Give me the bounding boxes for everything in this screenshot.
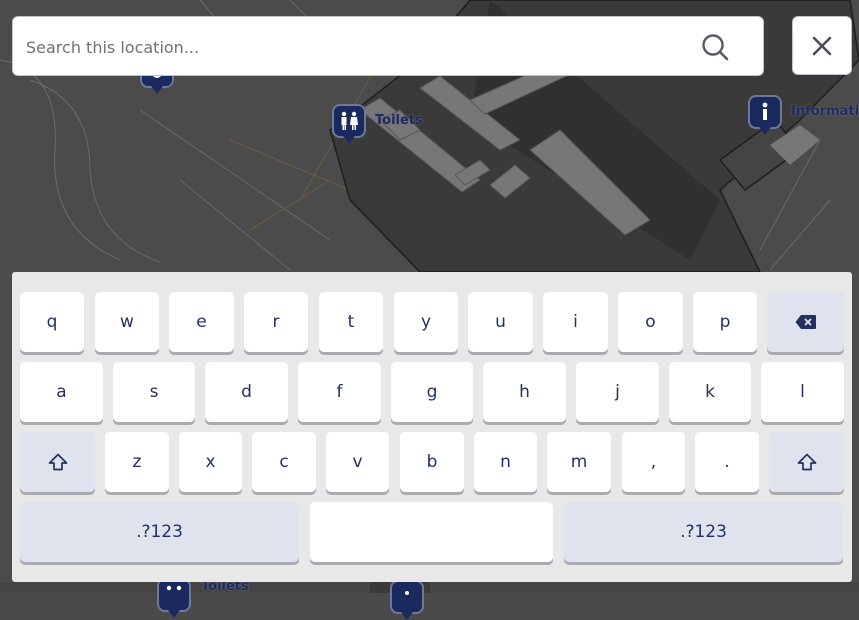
key-p[interactable]: p	[693, 292, 757, 352]
key-w[interactable]: w	[95, 292, 159, 352]
shift-key-left[interactable]	[20, 432, 95, 492]
toilets-pin[interactable]	[332, 104, 366, 144]
map-pin-bottom[interactable]	[390, 580, 424, 620]
key-v[interactable]: v	[326, 432, 389, 492]
key-comma[interactable]: ,	[622, 432, 685, 492]
key-j[interactable]: j	[576, 362, 659, 422]
toilets-icon	[166, 585, 182, 591]
key-y[interactable]: y	[394, 292, 458, 352]
close-button[interactable]	[792, 16, 852, 75]
shift-icon	[797, 453, 816, 471]
information-icon	[405, 591, 409, 595]
close-icon	[812, 36, 832, 55]
symbols-key-left[interactable]: .?123	[20, 502, 299, 562]
key-g[interactable]: g	[391, 362, 473, 422]
key-b[interactable]: b	[400, 432, 464, 492]
key-t[interactable]: t	[319, 292, 383, 352]
backspace-icon	[795, 315, 816, 329]
key-z[interactable]: z	[105, 432, 169, 492]
shift-key-right[interactable]	[769, 432, 844, 492]
key-c[interactable]: c	[252, 432, 316, 492]
key-q[interactable]: q	[20, 292, 84, 352]
key-n[interactable]: n	[474, 432, 537, 492]
key-f[interactable]: f	[298, 362, 381, 422]
key-d[interactable]: d	[205, 362, 288, 422]
search-input[interactable]	[24, 17, 688, 77]
information-icon	[762, 102, 768, 120]
on-screen-keyboard: q w e r t y u i o p a s d f g h j k l z …	[12, 272, 852, 582]
key-o[interactable]: o	[618, 292, 683, 352]
key-k[interactable]: k	[669, 362, 751, 422]
key-i[interactable]: i	[543, 292, 608, 352]
search-bar	[12, 16, 764, 77]
key-e[interactable]: e	[169, 292, 234, 352]
key-r[interactable]: r	[244, 292, 308, 352]
toilets-label: Toilets	[375, 113, 423, 128]
backspace-key[interactable]	[767, 292, 844, 352]
space-key[interactable]	[310, 502, 553, 562]
key-m[interactable]: m	[547, 432, 611, 492]
information-label: Informatio	[791, 104, 859, 119]
toilets-icon	[341, 111, 358, 130]
key-h[interactable]: h	[483, 362, 566, 422]
key-x[interactable]: x	[179, 432, 242, 492]
toilets-pin-bottom[interactable]	[157, 578, 191, 618]
search-icon[interactable]	[701, 33, 729, 61]
key-u[interactable]: u	[468, 292, 533, 352]
key-period[interactable]: .	[695, 432, 759, 492]
symbols-key-right[interactable]: .?123	[564, 502, 843, 562]
key-s[interactable]: s	[113, 362, 195, 422]
key-l[interactable]: l	[761, 362, 844, 422]
key-a[interactable]: a	[20, 362, 103, 422]
shift-icon	[48, 453, 67, 471]
information-pin[interactable]	[748, 95, 782, 135]
